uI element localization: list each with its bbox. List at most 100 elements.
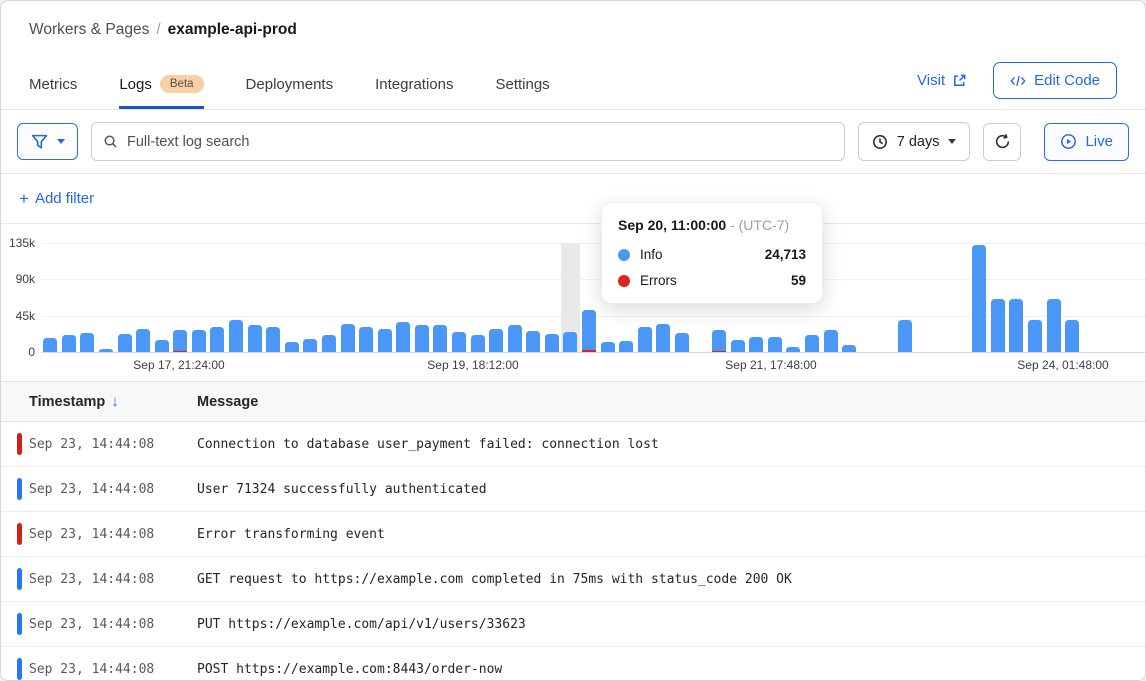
table-row[interactable]: Sep 23, 14:44:08 POST https://example.co… (1, 647, 1145, 681)
time-range-button[interactable]: 7 days (858, 122, 971, 161)
chart-bar-slot[interactable] (1026, 243, 1045, 352)
chart-bar-slot-highlighted[interactable] (561, 243, 580, 352)
bar-info-segment (638, 327, 652, 352)
chart-bar-slot[interactable] (97, 243, 116, 352)
chart-bar-slot[interactable] (914, 243, 933, 352)
chart-bar-slot[interactable] (152, 243, 171, 352)
chart-bar-slot[interactable] (78, 243, 97, 352)
chart-bar-slot[interactable] (431, 243, 450, 352)
chart-bar-slot[interactable] (951, 243, 970, 352)
chart-bar-slot[interactable] (858, 243, 877, 352)
chart-bar-slot[interactable] (245, 243, 264, 352)
play-circle-icon (1060, 133, 1077, 150)
chart-bar-slot[interactable] (896, 243, 915, 352)
bar-info-segment (80, 333, 94, 352)
chart-bar-slot[interactable] (283, 243, 302, 352)
chart-bar-slot[interactable] (970, 243, 989, 352)
bar-info-segment (582, 310, 596, 350)
chart-bar-slot[interactable] (60, 243, 79, 352)
tab-deployments[interactable]: Deployments (246, 75, 334, 109)
search-box[interactable] (91, 122, 845, 161)
severity-bar (17, 523, 22, 545)
chart-bar-slot[interactable] (115, 243, 134, 352)
table-row[interactable]: Sep 23, 14:44:08 PUT https://example.com… (1, 602, 1145, 647)
chart-bar-slot[interactable] (301, 243, 320, 352)
bar-info-segment (1047, 299, 1061, 352)
edit-code-label: Edit Code (1034, 72, 1100, 89)
chart-bar-slot[interactable] (413, 243, 432, 352)
chart-bar-slot[interactable] (227, 243, 246, 352)
visit-link[interactable]: Visit (917, 72, 967, 89)
chart-bar-slot[interactable] (543, 243, 562, 352)
chart-bar-slot[interactable] (450, 243, 469, 352)
chart-bar-slot[interactable] (468, 243, 487, 352)
chart-bar-slot[interactable] (320, 243, 339, 352)
page-header: Workers & Pages/example-api-prod Metrics… (1, 1, 1145, 110)
chart-bar-slot[interactable] (821, 243, 840, 352)
header-actions: Visit Edit Code (917, 62, 1117, 109)
tab-label: Settings (495, 76, 549, 93)
chart-bar-slot[interactable] (1063, 243, 1082, 352)
search-input[interactable] (127, 134, 833, 150)
chart-bar-slot[interactable] (41, 243, 60, 352)
bar-info-segment (396, 322, 410, 352)
chart-bar-slot[interactable] (988, 243, 1007, 352)
chart-bar-slot[interactable] (394, 243, 413, 352)
refresh-button[interactable] (983, 123, 1021, 161)
chart-bar-slot[interactable] (1044, 243, 1063, 352)
bar-info-segment (62, 335, 76, 352)
filter-bar: 7 days Live (1, 110, 1145, 174)
tab-settings[interactable]: Settings (495, 75, 549, 109)
chart-bar-slot[interactable] (264, 243, 283, 352)
chart-bar-slot[interactable] (375, 243, 394, 352)
table-row[interactable]: Sep 23, 14:44:08 Connection to database … (1, 422, 1145, 467)
chart-bar-slot[interactable] (524, 243, 543, 352)
chart-bar-slot[interactable] (580, 243, 599, 352)
tooltip-row-label: Errors (640, 273, 677, 288)
chart-bars (41, 243, 1081, 352)
filter-funnel-icon (31, 134, 48, 150)
chart-bar-slot[interactable] (840, 243, 859, 352)
sort-desc-icon: ↓ (111, 393, 119, 410)
add-filter-link[interactable]: + Add filter (19, 190, 94, 207)
breadcrumb-section[interactable]: Workers & Pages (29, 21, 149, 38)
edit-code-button[interactable]: Edit Code (993, 62, 1117, 99)
bar-info-segment (1065, 320, 1079, 352)
x-tick-label: Sep 24, 01:48:00 (1017, 358, 1108, 372)
tab-logs[interactable]: Logs Beta (119, 75, 203, 109)
filter-button[interactable] (17, 123, 78, 160)
x-tick-label: Sep 17, 21:24:00 (133, 358, 224, 372)
search-icon (103, 134, 118, 149)
table-row[interactable]: Sep 23, 14:44:08 User 71324 successfully… (1, 467, 1145, 512)
chart-bar-slot[interactable] (505, 243, 524, 352)
chart-bar-slot[interactable] (487, 243, 506, 352)
tab-metrics[interactable]: Metrics (29, 75, 77, 109)
bar-info-segment (266, 327, 280, 352)
bar-info-segment (749, 337, 763, 352)
chart-bar-slot[interactable] (357, 243, 376, 352)
table-row[interactable]: Sep 23, 14:44:08 Error transforming even… (1, 512, 1145, 557)
bar-info-segment (210, 327, 224, 352)
chart-bar-slot[interactable] (171, 243, 190, 352)
chart-bar-slot[interactable] (933, 243, 952, 352)
message-column-header[interactable]: Message (197, 394, 1145, 410)
bar-info-segment (285, 342, 299, 352)
chart-bar-slot[interactable] (208, 243, 227, 352)
chart-bar-slot[interactable] (338, 243, 357, 352)
table-row[interactable]: Sep 23, 14:44:08 GET request to https://… (1, 557, 1145, 602)
bar-info-segment (489, 329, 503, 352)
live-button[interactable]: Live (1044, 123, 1129, 161)
tab-integrations[interactable]: Integrations (375, 75, 453, 109)
chart-bar-slot[interactable] (134, 243, 153, 352)
y-tick-label: 90k (16, 272, 35, 286)
chart-bar-slot[interactable] (877, 243, 896, 352)
chart-bar-slot[interactable] (190, 243, 209, 352)
row-timestamp: Sep 23, 14:44:08 (1, 527, 197, 542)
bar-error-segment (173, 351, 187, 353)
tooltip-timezone: - (UTC-7) (726, 217, 789, 233)
bar-info-segment (341, 324, 355, 352)
chart-bar-slot[interactable] (1007, 243, 1026, 352)
timestamp-column-header[interactable]: Timestamp↓ (1, 393, 197, 410)
row-timestamp: Sep 23, 14:44:08 (1, 572, 197, 587)
bar-info-segment (322, 335, 336, 352)
